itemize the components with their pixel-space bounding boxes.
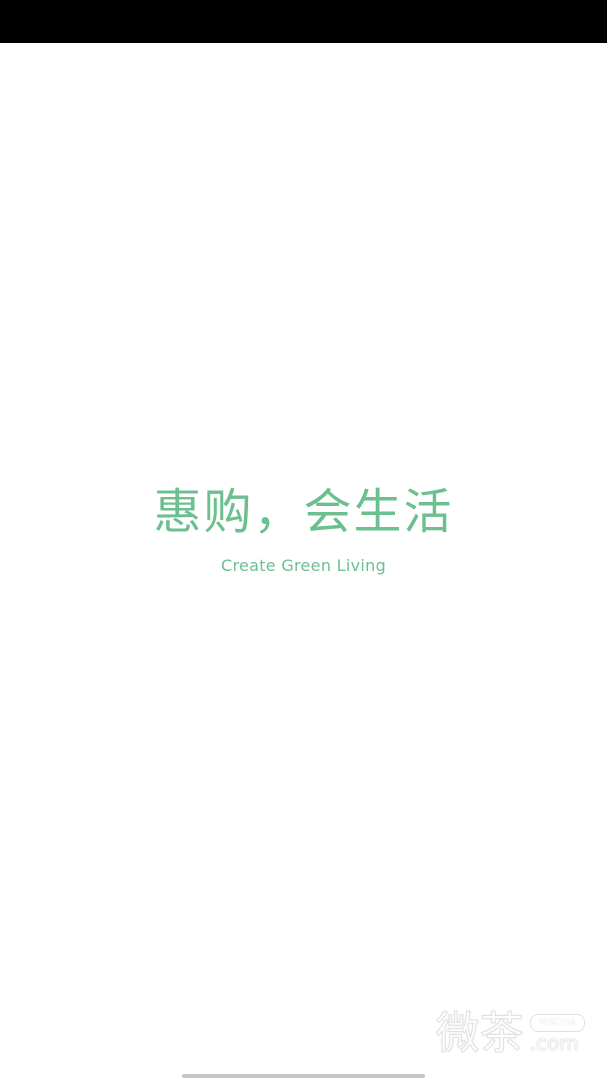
splash-logo: 惠购，会生活 Create Green Living [0, 480, 607, 576]
status-bar [0, 0, 607, 43]
watermark-domain: .com [529, 1031, 579, 1055]
watermark-right: WXCHA .com [529, 1014, 585, 1055]
slogan-chinese: 惠购，会生活 [153, 484, 454, 540]
watermark: 微茶 WXCHA .com [435, 1008, 585, 1059]
watermark-badge: WXCHA [529, 1014, 585, 1032]
watermark-text: 微茶 [435, 1008, 524, 1059]
slogan-english: Create Green Living [220, 556, 387, 575]
home-indicator[interactable] [182, 1074, 425, 1078]
splash-screen: 惠购，会生活 Create Green Living 微茶 WXCHA .com [0, 0, 607, 1080]
